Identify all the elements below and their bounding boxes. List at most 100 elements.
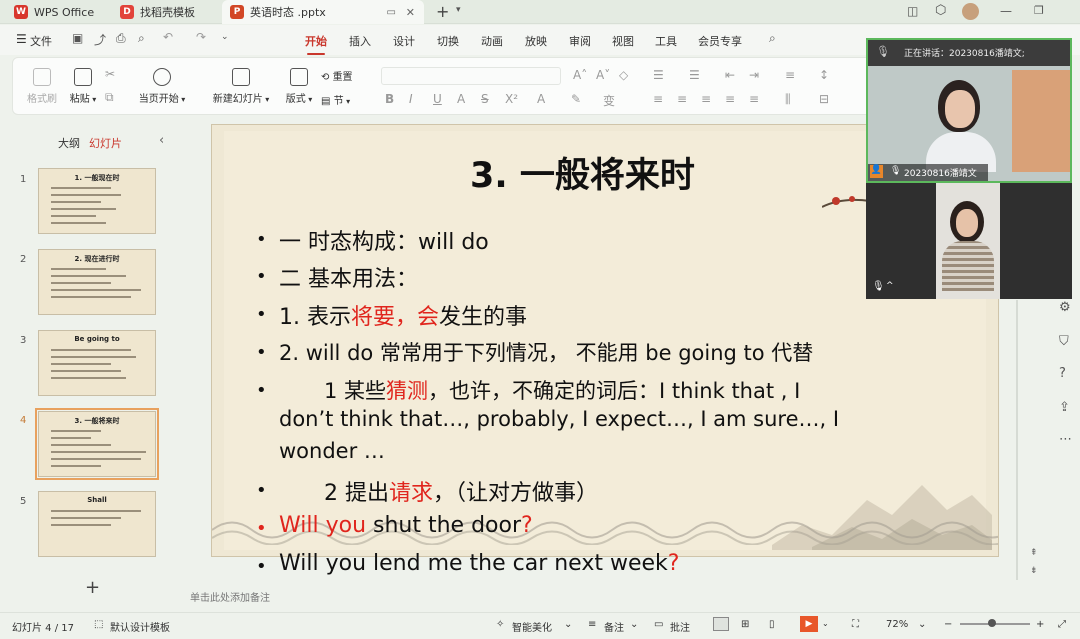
export-icon[interactable]: ⤴ — [94, 31, 106, 48]
close-icon[interactable]: ✕ — [406, 6, 415, 19]
menu-member[interactable]: 会员专享 — [698, 33, 742, 49]
fit-window-icon[interactable]: ⛶ — [852, 619, 859, 630]
tab-slides[interactable]: 幻灯片 — [89, 135, 122, 151]
align-right-icon[interactable]: ≡ — [701, 92, 711, 106]
justify-icon[interactable]: ≡ — [725, 92, 735, 106]
notes-button[interactable]: 备注 — [604, 619, 624, 634]
strikethrough-icon[interactable]: S — [481, 92, 489, 106]
menu-view[interactable]: 视图 — [612, 33, 634, 49]
vertical-scrollbar[interactable] — [1016, 300, 1018, 580]
align-left-icon[interactable]: ≡ — [653, 92, 663, 106]
share-icon[interactable]: ⇪ — [1059, 400, 1070, 415]
shadow-icon[interactable]: A — [457, 92, 465, 106]
paste-button[interactable]: 粘贴 ▾ — [65, 68, 101, 105]
help-icon[interactable]: ? — [1059, 366, 1066, 381]
prev-slide-icon[interactable]: ⇞ — [1030, 548, 1038, 558]
search-icon[interactable]: ⌕ — [769, 31, 776, 46]
beautify-icon[interactable]: ✧ — [496, 619, 504, 630]
notes-icon[interactable]: ≡ — [588, 619, 596, 630]
slide-thumbnail-1[interactable]: 1. 一般现在时 — [38, 168, 156, 234]
clear-format-icon[interactable]: ◇ — [619, 68, 628, 82]
more-tools-icon[interactable]: ⋯ — [1059, 432, 1072, 447]
monitor-icon[interactable]: ▭ — [387, 7, 396, 18]
chevron-down-icon[interactable]: ⌄ — [822, 619, 829, 628]
hamburger-icon[interactable]: ☰ — [16, 32, 27, 46]
slide-thumbnail-2[interactable]: 2. 现在进行时 — [38, 249, 156, 315]
menu-home[interactable]: 开始 — [305, 33, 327, 55]
minimize-icon[interactable]: — — [1000, 4, 1012, 18]
tab-outline[interactable]: 大纲 — [58, 135, 80, 151]
new-tab-icon[interactable]: + — [436, 2, 449, 21]
restore-icon[interactable]: ❐ — [1034, 4, 1044, 17]
chevron-down-icon[interactable]: ⌄ — [918, 619, 926, 630]
template-label[interactable]: 默认设计模板 — [110, 619, 170, 634]
numbering-icon[interactable]: ☰ — [689, 68, 700, 82]
bullets-icon[interactable]: ☰ — [653, 68, 664, 82]
align-center-icon[interactable]: ≡ — [677, 92, 687, 106]
line-spacing-icon[interactable]: ≡ — [785, 68, 795, 82]
columns-icon[interactable]: ⫼ — [785, 92, 791, 107]
reading-view-icon[interactable]: ▯ — [769, 619, 775, 630]
zoom-slider-thumb[interactable] — [988, 619, 996, 627]
template-icon[interactable]: ⬚ — [94, 619, 103, 630]
redo-icon[interactable]: ↷ — [196, 30, 206, 44]
zoom-level[interactable]: 72% — [886, 619, 908, 630]
reset-button[interactable]: ⟲ 重置 — [321, 68, 365, 83]
cube-icon[interactable]: ⬡ — [935, 3, 946, 18]
tab-template[interactable]: D 找稻壳模板 — [112, 0, 203, 24]
chevron-down-icon[interactable]: ⌄ — [630, 619, 638, 630]
next-slide-icon[interactable]: ⇟ — [1030, 566, 1038, 576]
menu-insert[interactable]: 插入 — [349, 33, 371, 49]
format-painter-button[interactable]: 格式刷 — [23, 68, 61, 105]
slide-thumbnail-5[interactable]: Shall — [38, 491, 156, 557]
cut-icon[interactable]: ✂ — [105, 67, 115, 81]
zoom-in-icon[interactable]: + — [1036, 619, 1044, 630]
zoom-out-icon[interactable]: − — [944, 619, 952, 630]
chevron-down-icon[interactable]: ⌄ — [564, 619, 572, 630]
align-text-icon[interactable]: ⊟ — [819, 92, 829, 106]
notes-placeholder[interactable]: 单击此处添加备注 — [190, 589, 270, 604]
indent-decrease-icon[interactable]: ⇤ — [725, 68, 735, 82]
font-family-select[interactable] — [381, 67, 561, 85]
play-from-current-button[interactable]: 当页开始 ▾ — [137, 68, 187, 105]
pinyin-icon[interactable]: 变 — [603, 92, 615, 109]
text-direction-icon[interactable]: ↕ — [819, 68, 829, 82]
slide-sorter-icon[interactable]: ⊞ — [741, 619, 749, 630]
italic-icon[interactable]: I — [409, 92, 413, 106]
font-color-icon[interactable]: A — [537, 92, 545, 106]
highlight-icon[interactable]: ✎ — [571, 92, 581, 106]
play-slideshow-icon[interactable]: ▶ — [800, 616, 818, 632]
bold-icon[interactable]: B — [385, 92, 394, 106]
new-slide-button[interactable]: 新建幻灯片 ▾ — [209, 68, 273, 105]
menu-file[interactable]: 文件 — [30, 33, 52, 49]
copy-icon[interactable]: ⧉ — [105, 90, 114, 105]
menu-tools[interactable]: 工具 — [655, 33, 677, 49]
distribute-icon[interactable]: ≡ — [749, 92, 759, 106]
video-tile-participant[interactable]: 🎙 ^ — [866, 183, 1072, 299]
slide-thumbnail-3[interactable]: Be going to — [38, 330, 156, 396]
menu-animation[interactable]: 动画 — [481, 33, 503, 49]
indent-increase-icon[interactable]: ⇥ — [749, 68, 759, 82]
tab-wps-office[interactable]: W WPS Office — [6, 0, 102, 24]
collapse-panel-icon[interactable]: ‹ — [159, 133, 164, 148]
section-button[interactable]: ▤ 节 ▾ — [321, 92, 365, 107]
shield-icon[interactable]: ⛉ — [1059, 334, 1069, 349]
underline-icon[interactable]: U — [433, 92, 442, 106]
comments-button[interactable]: 批注 — [670, 619, 690, 634]
superscript-icon[interactable]: X² — [505, 92, 518, 106]
expand-caret[interactable]: ^ — [886, 281, 894, 291]
save-icon[interactable]: ▣ — [72, 31, 83, 45]
menu-design[interactable]: 设计 — [393, 33, 415, 49]
layout-button[interactable]: 版式 ▾ — [281, 68, 317, 105]
beautify-button[interactable]: 智能美化 — [512, 619, 552, 634]
comment-icon[interactable]: ▭ — [654, 619, 663, 630]
menu-review[interactable]: 审阅 — [569, 33, 591, 49]
fullscreen-icon[interactable]: ⤢ — [1058, 619, 1066, 630]
add-slide-icon[interactable]: + — [85, 577, 100, 598]
tools-icon[interactable]: ⚙ — [1059, 300, 1071, 315]
font-grow-icon[interactable]: A˄ — [573, 68, 587, 82]
slide-thumbnail-4[interactable]: 3. 一般将来时 — [35, 408, 159, 480]
normal-view-icon[interactable] — [713, 617, 729, 631]
preview-icon[interactable]: ⌕ — [138, 31, 145, 46]
font-shrink-icon[interactable]: A˅ — [596, 68, 610, 82]
